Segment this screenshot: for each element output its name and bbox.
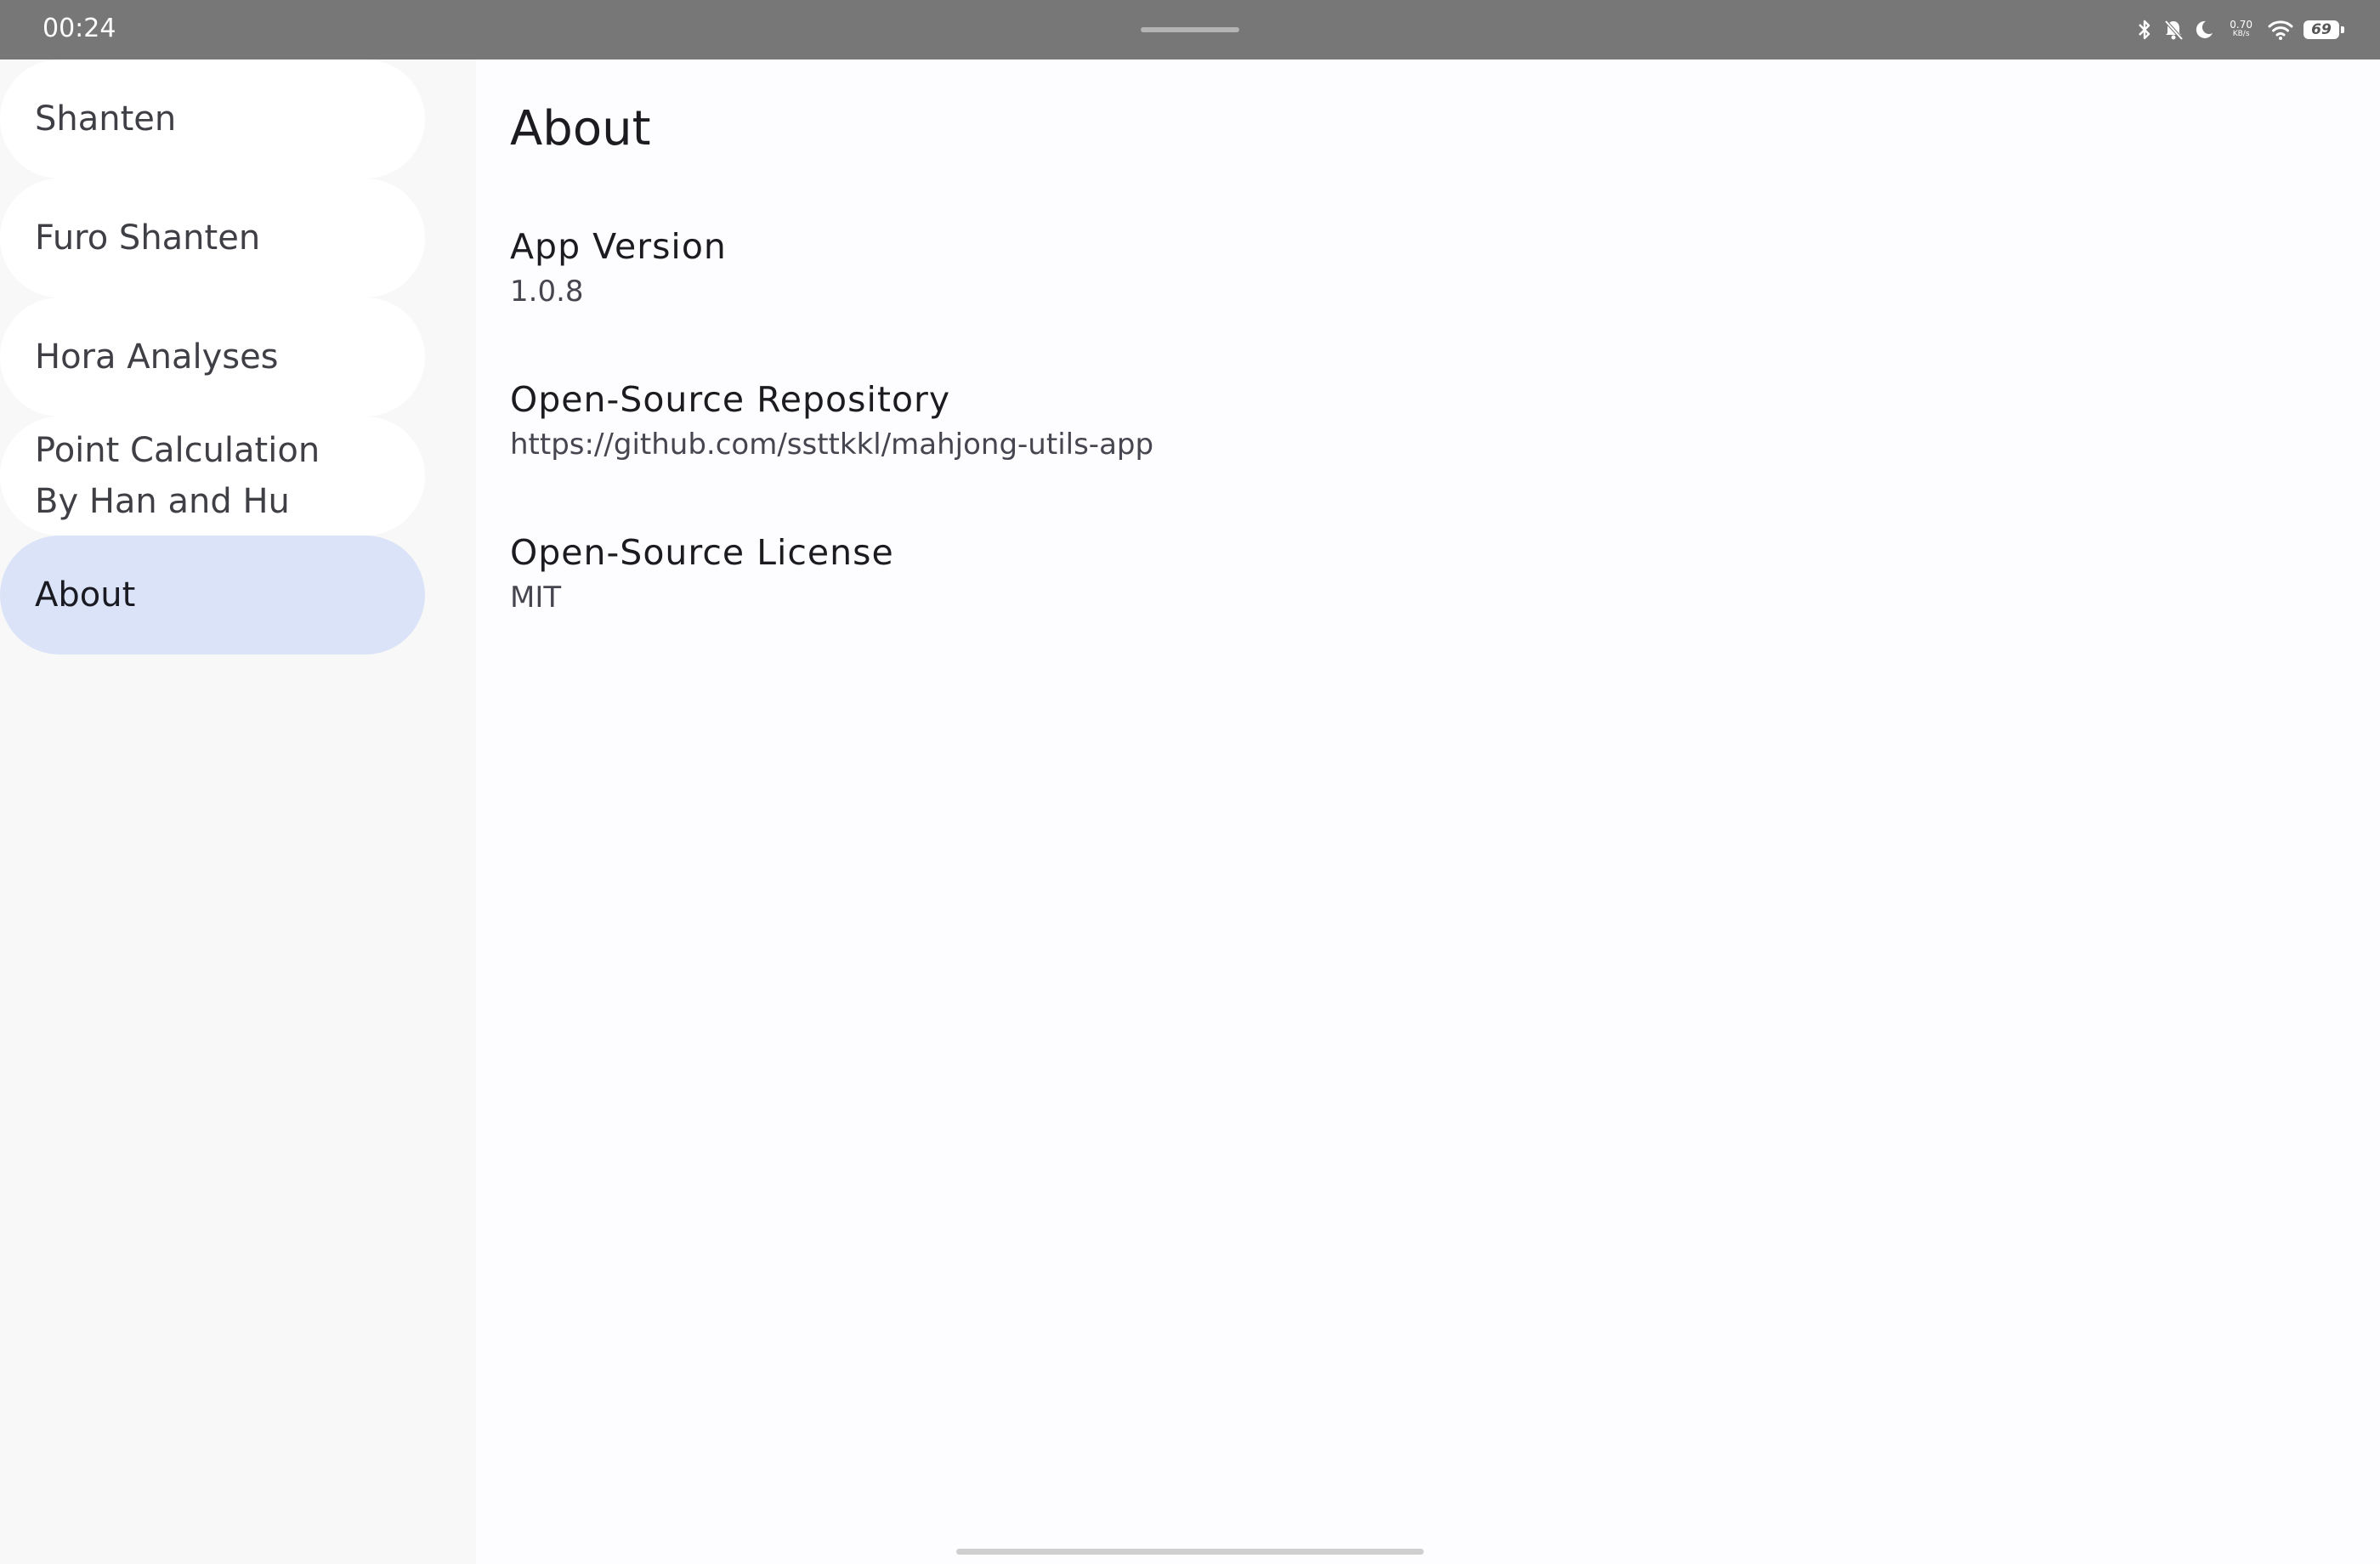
status-time: 00:24 bbox=[42, 14, 116, 43]
status-icons: 0.70 KB/s 69 bbox=[2136, 0, 2344, 60]
battery-level: 69 bbox=[2311, 21, 2332, 38]
page-title: About bbox=[510, 101, 651, 156]
nav-item-label: Furo Shanten bbox=[35, 218, 261, 258]
nav-item-hora-analyses[interactable]: Hora Analyses bbox=[0, 298, 425, 416]
network-speed-unit: KB/s bbox=[2232, 30, 2250, 38]
nav-item-label: Shanten bbox=[35, 99, 177, 139]
repository-item[interactable]: Open-Source Repository https://github.co… bbox=[510, 376, 1153, 466]
license-value: MIT bbox=[510, 581, 562, 615]
nav-item-furo-shanten[interactable]: Furo Shanten bbox=[0, 178, 425, 298]
nav-item-label: Point Calculation By Han and Hu bbox=[35, 431, 320, 521]
nav-item-point-calculation[interactable]: Point Calculation By Han and Hu bbox=[0, 416, 425, 536]
bluetooth-icon bbox=[2136, 19, 2153, 41]
mute-bell-icon bbox=[2163, 19, 2184, 41]
home-indicator[interactable] bbox=[956, 1549, 1424, 1555]
network-speed: 0.70 KB/s bbox=[2230, 20, 2252, 39]
main-content: About App Version 1.0.8 Open-Source Repo… bbox=[476, 60, 2380, 1564]
app-version-value: 1.0.8 bbox=[510, 275, 584, 309]
repository-link[interactable]: https://github.com/ssttkkl/mahjong-utils… bbox=[510, 423, 1153, 466]
nav-item-about[interactable]: About bbox=[0, 536, 425, 654]
nav-item-label: Hora Analyses bbox=[35, 337, 279, 377]
repository-label: Open-Source Repository bbox=[510, 379, 951, 420]
network-speed-value: 0.70 bbox=[2230, 19, 2252, 31]
status-bar: 00:24 0.70 KB/s 69 bbox=[0, 0, 2380, 60]
nav-item-shanten[interactable]: Shanten bbox=[0, 60, 425, 178]
license-item[interactable]: Open-Source License MIT bbox=[510, 529, 894, 619]
moon-icon bbox=[2194, 19, 2214, 41]
license-label: Open-Source License bbox=[510, 532, 894, 573]
battery-icon: 69 bbox=[2304, 20, 2344, 39]
navigation-drawer: Shanten Furo Shanten Hora Analyses Point… bbox=[0, 60, 476, 1564]
drag-handle[interactable] bbox=[1141, 27, 1239, 32]
app-version-label: App Version bbox=[510, 226, 727, 267]
app-version-item[interactable]: App Version 1.0.8 bbox=[510, 223, 727, 313]
nav-item-label: About bbox=[35, 575, 136, 615]
wifi-icon bbox=[2268, 19, 2293, 41]
